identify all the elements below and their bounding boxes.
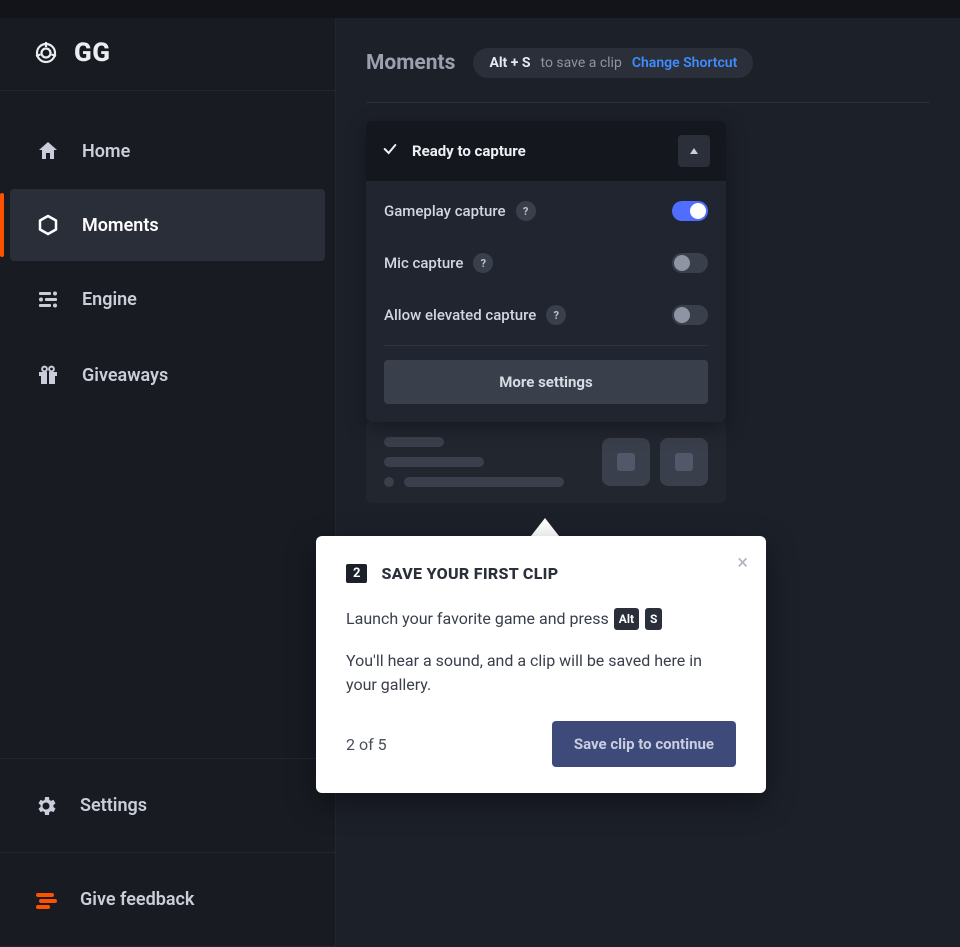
shortcut-desc: to save a clip xyxy=(541,55,622,71)
sidebar-item-label: Home xyxy=(82,141,130,162)
capture-row-label: Mic capture xyxy=(384,254,463,272)
engine-icon xyxy=(36,287,60,311)
help-icon[interactable]: ? xyxy=(546,305,566,325)
primary-nav: Home Moments Engine Giveaways xyxy=(0,91,335,758)
sidebar-item-label: Engine xyxy=(82,289,137,310)
capture-row-mic: Mic capture ? xyxy=(384,237,708,289)
brand-text: GG xyxy=(74,38,110,68)
step-progress: 2 of 5 xyxy=(346,735,387,754)
more-settings-button[interactable]: More settings xyxy=(384,360,708,404)
sidebar-item-settings[interactable]: Settings xyxy=(0,759,335,853)
home-icon xyxy=(36,139,60,163)
steelseries-logo-icon xyxy=(34,41,58,65)
chevron-up-icon xyxy=(689,146,699,156)
gear-icon xyxy=(34,794,58,818)
key-s: S xyxy=(645,608,662,630)
capture-row-label: Gameplay capture xyxy=(384,202,506,220)
capture-row-label: Allow elevated capture xyxy=(384,306,536,324)
popup-arrow-icon xyxy=(531,518,559,536)
divider xyxy=(384,345,708,346)
sidebar-item-giveaways[interactable]: Giveaways xyxy=(0,337,335,413)
toggle-mic[interactable] xyxy=(672,253,708,273)
close-button[interactable]: × xyxy=(737,552,748,572)
popup-body: Launch your favorite game and press Alt … xyxy=(346,607,736,697)
placeholder-lines xyxy=(384,437,592,487)
moments-icon xyxy=(36,213,60,237)
sidebar-item-label: Moments xyxy=(82,215,159,236)
capture-status: Ready to capture xyxy=(412,142,526,160)
save-clip-button[interactable]: Save clip to continue xyxy=(552,721,736,767)
sidebar-item-moments[interactable]: Moments xyxy=(10,189,325,261)
capture-row-elevated: Allow elevated capture ? xyxy=(384,289,708,341)
popup-line2: You'll hear a sound, and a clip will be … xyxy=(346,649,736,697)
toggle-elevated[interactable] xyxy=(672,305,708,325)
brand-row: GG xyxy=(0,18,335,91)
feedback-icon xyxy=(34,888,58,912)
onboarding-popup-wrap: × 2 SAVE YOUR FIRST CLIP Launch your fav… xyxy=(316,518,766,793)
sidebar: GG Home Moments Engine xyxy=(0,18,336,947)
shortcut-key: Alt + S xyxy=(489,55,530,71)
onboarding-popup: × 2 SAVE YOUR FIRST CLIP Launch your fav… xyxy=(316,536,766,793)
check-icon xyxy=(382,141,398,161)
sidebar-item-feedback[interactable]: Give feedback xyxy=(0,853,335,947)
step-badge: 2 xyxy=(346,564,367,583)
titlebar xyxy=(0,0,960,18)
gift-icon xyxy=(36,363,60,387)
popup-line1: Launch your favorite game and press xyxy=(346,609,613,628)
placeholder-thumb xyxy=(602,438,650,486)
sidebar-item-label: Giveaways xyxy=(82,365,168,386)
sidebar-item-engine[interactable]: Engine xyxy=(0,261,335,337)
change-shortcut-link[interactable]: Change Shortcut xyxy=(632,55,737,71)
sidebar-bottom: Settings Give feedback xyxy=(0,758,335,947)
page-header: Moments Alt + S to save a clip Change Sh… xyxy=(366,48,930,103)
sidebar-item-home[interactable]: Home xyxy=(0,113,335,189)
sidebar-item-label: Settings xyxy=(80,795,147,816)
capture-header: Ready to capture xyxy=(366,121,726,181)
page-title: Moments xyxy=(366,51,455,75)
sidebar-item-label: Give feedback xyxy=(80,889,194,910)
toggle-gameplay[interactable] xyxy=(672,201,708,221)
capture-row-gameplay: Gameplay capture ? xyxy=(384,185,708,237)
shortcut-pill: Alt + S to save a clip Change Shortcut xyxy=(473,48,753,78)
help-icon[interactable]: ? xyxy=(516,201,536,221)
help-icon[interactable]: ? xyxy=(473,253,493,273)
key-alt: Alt xyxy=(614,608,639,630)
capture-panel: Ready to capture Gameplay capture ? Mic … xyxy=(366,121,726,422)
main-content: Moments Alt + S to save a clip Change Sh… xyxy=(336,18,960,947)
placeholder-thumb xyxy=(660,438,708,486)
popup-title: SAVE YOUR FIRST CLIP xyxy=(381,564,558,583)
clip-placeholder-card xyxy=(366,421,726,503)
capture-body: Gameplay capture ? Mic capture ? Allow e… xyxy=(366,181,726,422)
collapse-button[interactable] xyxy=(678,135,710,167)
